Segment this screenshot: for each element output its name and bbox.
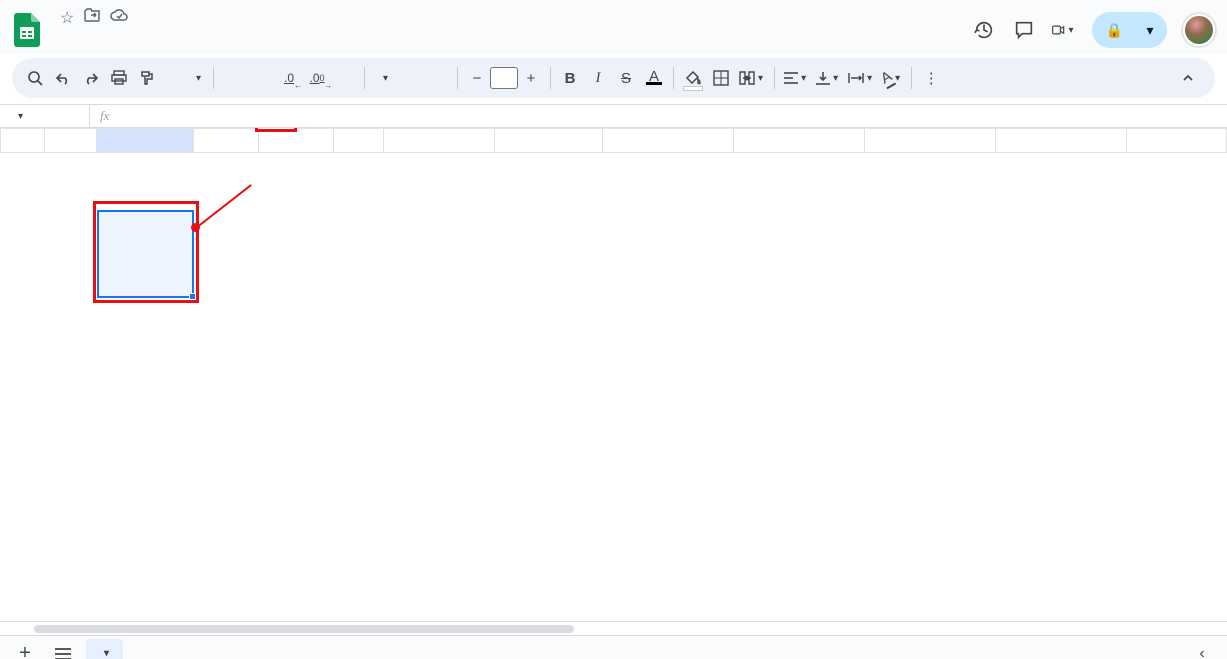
sheets-logo-icon[interactable]: [12, 10, 42, 50]
print-icon[interactable]: [106, 64, 132, 92]
formula-bar: ▾ fx: [0, 104, 1227, 128]
share-button[interactable]: 🔒 ▾: [1092, 12, 1167, 48]
cloud-status-icon[interactable]: [110, 8, 128, 28]
spreadsheet-grid[interactable]: [0, 128, 1227, 621]
text-color-button[interactable]: A: [641, 64, 667, 92]
font-size-input[interactable]: [490, 67, 518, 89]
toolbar: ▾ .0← .00→ ▾ − + B I S A ▾ ▾ ▾ ▾ A▾ ⋮: [12, 58, 1215, 98]
account-avatar[interactable]: [1183, 14, 1215, 46]
col-header[interactable]: [996, 129, 1127, 153]
title-bar: ☆ ▾ 🔒: [12, 6, 1215, 54]
menu-extensions[interactable]: [164, 39, 178, 43]
fx-icon: fx: [90, 108, 119, 124]
paint-format-icon[interactable]: [134, 64, 160, 92]
italic-button[interactable]: I: [585, 64, 611, 92]
more-formats-button[interactable]: [332, 64, 358, 92]
meet-icon[interactable]: ▾: [1052, 18, 1076, 42]
increase-decimal-button[interactable]: .00→: [304, 64, 330, 92]
header-right-actions: ▾ 🔒 ▾: [972, 12, 1215, 48]
select-all-cell[interactable]: [1, 129, 45, 153]
merge-cells-button[interactable]: ▾: [736, 64, 768, 92]
menu-file[interactable]: [52, 39, 66, 43]
col-header[interactable]: [258, 129, 334, 153]
sheet-tab-caret-icon[interactable]: ▾: [102, 648, 111, 659]
annotation-leader-line: [195, 184, 251, 229]
collapse-toolbar-icon[interactable]: [1175, 64, 1201, 92]
menu-data[interactable]: [132, 39, 146, 43]
app-header: ☆ ▾ 🔒: [0, 0, 1227, 54]
sheet-tab-bar: + ▾ ‹: [0, 635, 1227, 659]
percent-button[interactable]: [248, 64, 274, 92]
col-header[interactable]: [733, 129, 864, 153]
redo-icon[interactable]: [78, 64, 104, 92]
scrollbar-thumb[interactable]: [34, 625, 574, 633]
font-caret-icon[interactable]: ▾: [381, 73, 390, 84]
column-header-row: [1, 129, 1227, 153]
annotation-highlight-box: [93, 201, 199, 303]
menu-view[interactable]: [84, 39, 98, 43]
col-header[interactable]: [44, 129, 97, 153]
bold-button[interactable]: B: [557, 64, 583, 92]
v-align-button[interactable]: ▾: [813, 64, 843, 92]
currency-button[interactable]: [220, 64, 246, 92]
star-icon[interactable]: ☆: [60, 8, 74, 28]
wrap-button[interactable]: ▾: [845, 64, 877, 92]
col-header[interactable]: [495, 129, 602, 153]
col-header[interactable]: [864, 129, 995, 153]
borders-button[interactable]: [708, 64, 734, 92]
move-icon[interactable]: [84, 8, 100, 28]
menu-format[interactable]: [116, 39, 130, 43]
history-icon[interactable]: [972, 18, 996, 42]
annotation-pointer-dot: [191, 223, 200, 232]
menu-bar: [52, 29, 962, 53]
all-sheets-button[interactable]: [48, 639, 78, 659]
font-size-decrease[interactable]: −: [464, 64, 490, 92]
rotate-button[interactable]: A▾: [879, 64, 905, 92]
selection-fill-handle[interactable]: [189, 293, 196, 300]
zoom-select[interactable]: [166, 64, 192, 92]
menu-edit[interactable]: [68, 39, 82, 43]
search-menus-icon[interactable]: [22, 64, 48, 92]
h-align-button[interactable]: ▾: [781, 64, 811, 92]
font-size-increase[interactable]: +: [518, 64, 544, 92]
menu-tools[interactable]: [148, 39, 162, 43]
fill-color-button[interactable]: [680, 64, 706, 92]
col-header[interactable]: [383, 129, 494, 153]
col-header[interactable]: [334, 129, 384, 153]
menu-help[interactable]: [180, 39, 194, 43]
col-header[interactable]: [602, 129, 733, 153]
sheet-tab-active[interactable]: ▾: [86, 639, 123, 659]
col-header[interactable]: [193, 129, 258, 153]
decrease-decimal-button[interactable]: .0←: [276, 64, 302, 92]
add-sheet-button[interactable]: +: [10, 639, 40, 659]
lock-icon: 🔒: [1106, 22, 1123, 39]
explore-caret-icon[interactable]: ‹: [1187, 639, 1217, 659]
undo-icon[interactable]: [50, 64, 76, 92]
horizontal-scrollbar[interactable]: [0, 621, 1227, 635]
strikethrough-button[interactable]: S: [613, 64, 639, 92]
comments-icon[interactable]: [1012, 18, 1036, 42]
zoom-caret-icon[interactable]: ▾: [194, 73, 203, 84]
col-header[interactable]: [1127, 129, 1227, 153]
share-caret-icon[interactable]: ▾: [1139, 19, 1161, 41]
selection-overlay: [97, 210, 194, 298]
col-header[interactable]: [97, 129, 193, 153]
menu-insert[interactable]: [100, 39, 114, 43]
toolbar-overflow-icon[interactable]: ⋮: [918, 64, 944, 92]
namebox-caret-icon[interactable]: ▾: [16, 111, 25, 122]
